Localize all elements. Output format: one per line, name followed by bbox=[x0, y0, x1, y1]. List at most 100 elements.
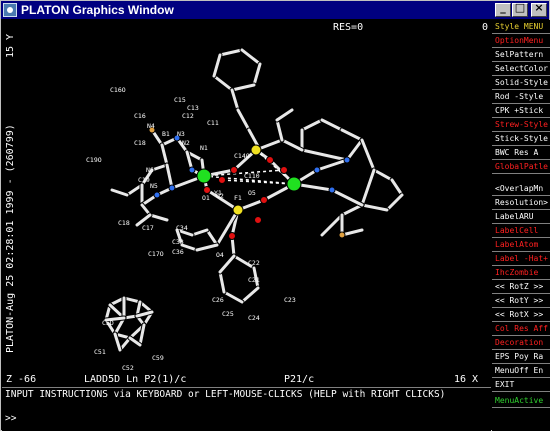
bond bbox=[330, 188, 364, 207]
close-icon: × bbox=[534, 1, 544, 14]
atom-label: F1 bbox=[234, 194, 242, 202]
atom bbox=[232, 204, 244, 216]
menu-item-globalpatle[interactable]: GlobalPatle bbox=[492, 160, 550, 174]
atom-label: N1 bbox=[200, 144, 208, 152]
app-icon[interactable] bbox=[3, 3, 17, 17]
bond bbox=[385, 193, 404, 212]
menu-item-menuoff-en[interactable]: MenuOff En bbox=[492, 364, 550, 378]
bond bbox=[315, 158, 349, 172]
bond bbox=[360, 168, 376, 207]
menu-item-eps-poy-ra[interactable]: EPS Poy Ra bbox=[492, 350, 550, 364]
menu-item-exit[interactable]: EXIT bbox=[492, 378, 550, 392]
menu-item-labelatom[interactable]: LabelAtom bbox=[492, 238, 550, 252]
atom-label: C22 bbox=[248, 259, 260, 267]
menu-item-style-menu[interactable]: Style MENU bbox=[492, 20, 550, 34]
z-label: Z -66 bbox=[6, 374, 37, 385]
contact-line bbox=[255, 149, 295, 185]
maximize-button[interactable]: □ bbox=[512, 1, 528, 17]
menu-item-overlapmn[interactable]: <OverlapMn bbox=[492, 182, 550, 196]
close-button[interactable]: × bbox=[531, 1, 547, 17]
atom-label: C34 bbox=[176, 224, 188, 232]
atom-label: O4 bbox=[216, 251, 224, 259]
atom-label: C15 bbox=[174, 96, 186, 104]
title-bar[interactable]: PLATON Graphics Window _ □ × bbox=[1, 1, 549, 19]
bond bbox=[300, 118, 324, 132]
bond bbox=[345, 138, 364, 162]
atom bbox=[218, 176, 226, 184]
bond bbox=[340, 128, 364, 142]
atom-label: C59 bbox=[152, 354, 164, 362]
menu-item-optionmenu[interactable]: OptionMenu bbox=[492, 34, 550, 48]
menu-item-roty[interactable]: << RotY >> bbox=[492, 294, 550, 308]
atom-label: C16 bbox=[134, 112, 146, 120]
atom-label: C17 bbox=[142, 224, 154, 232]
atom bbox=[286, 176, 302, 192]
bond bbox=[236, 108, 251, 132]
atom-label: N6 bbox=[146, 166, 154, 174]
status-bar[interactable]: INPUT INSTRUCTIONS via KEYBOARD or LEFT-… bbox=[2, 387, 491, 431]
side-menu: Style MENU OptionMenu SelPattern SelectColo… bbox=[492, 20, 550, 431]
platon-graphics-window: PLATON Graphics Window _ □ × C16O C15 C13 C… bbox=[0, 0, 550, 431]
bond bbox=[340, 203, 364, 217]
atom bbox=[338, 231, 346, 239]
menu-item-cpk-stick[interactable]: CPK +Stick bbox=[492, 104, 550, 118]
menu-item-col-res-aff[interactable]: Col Res Aff bbox=[492, 322, 550, 336]
menu-item-rotz[interactable]: << RotZ >> bbox=[492, 280, 550, 294]
atom-label: C18 bbox=[118, 219, 130, 227]
atom bbox=[250, 144, 262, 156]
bond bbox=[222, 290, 244, 304]
atom bbox=[254, 216, 262, 224]
bond bbox=[212, 74, 234, 92]
menu-item-selectcolor[interactable]: SelectColor bbox=[492, 62, 550, 76]
menu-item-labelcell[interactable]: LabelCell bbox=[492, 224, 550, 238]
menu-item-labelaru[interactable]: LabelARU bbox=[492, 210, 550, 224]
menu-item-label-hat[interactable]: Label -Hat+ bbox=[492, 252, 550, 266]
bond bbox=[300, 148, 349, 162]
menu-item-menuactive[interactable]: MenuActive bbox=[492, 394, 550, 408]
y-axis-label: 15 Y bbox=[5, 33, 16, 58]
atom bbox=[313, 166, 321, 174]
atom-label: N4 bbox=[147, 122, 155, 130]
atom bbox=[343, 156, 351, 164]
bond bbox=[320, 118, 344, 132]
menu-item-ihczombie[interactable]: IhcZombie bbox=[492, 266, 550, 280]
window-controls: _ □ × bbox=[494, 1, 547, 17]
minimize-button[interactable]: _ bbox=[495, 1, 511, 17]
menu-item-solid-style[interactable]: Solid-Style bbox=[492, 76, 550, 90]
atom bbox=[328, 186, 336, 194]
molecule-drawing[interactable]: C16OC15C13C16 C12N4 C11B1 N3N2C18N1C14OC19O… bbox=[2, 20, 491, 386]
atom-label: C26 bbox=[212, 296, 224, 304]
bond bbox=[205, 228, 219, 247]
bond bbox=[360, 138, 376, 172]
atom bbox=[260, 196, 268, 204]
space-group-label: P21/c bbox=[284, 374, 315, 385]
timestamp-label: PLATON-Aug 25 02:28:01 1999 - (260799) bbox=[5, 124, 16, 353]
menu-item-selpattern[interactable]: SelPattern bbox=[492, 48, 550, 62]
atom-label: C36 bbox=[172, 248, 184, 256]
bond bbox=[320, 213, 344, 237]
menu-item-decoration[interactable]: Decoration bbox=[492, 336, 550, 350]
bond bbox=[218, 270, 226, 294]
atom-label: C19O bbox=[86, 156, 102, 164]
atom-label: C11 bbox=[207, 119, 219, 127]
menu-item-rotx[interactable]: << RotX >> bbox=[492, 308, 550, 322]
bond bbox=[390, 178, 404, 197]
menu-item-rod-style[interactable]: Rod -Style bbox=[492, 90, 550, 104]
atom-label: B1 bbox=[162, 130, 170, 138]
command-prompt[interactable]: >> bbox=[5, 413, 16, 424]
atom bbox=[188, 166, 196, 174]
atom-label: C14O bbox=[234, 152, 250, 160]
minimize-icon: _ bbox=[500, 1, 506, 14]
menu-item-stick-style[interactable]: Stick-Style bbox=[492, 132, 550, 146]
atom-label: C21 bbox=[248, 276, 260, 284]
bond bbox=[372, 168, 394, 182]
menu-item-strew-style[interactable]: Strew-Style bbox=[492, 118, 550, 132]
atom-label: C33 bbox=[172, 238, 184, 246]
graphics-canvas[interactable]: C16O C15 C13 C16 C12 N4 C11 B1 N3 N2 C18 N1 C14O C19O… bbox=[2, 20, 491, 386]
atom-label: C5D bbox=[102, 319, 114, 327]
menu-item-resolution[interactable]: Resolution> bbox=[492, 196, 550, 210]
bond bbox=[275, 108, 294, 122]
structure-code-label: LADD5D Ln P2(1)/c bbox=[84, 374, 187, 385]
window-title: PLATON Graphics Window bbox=[21, 3, 174, 17]
menu-item-bwc-res-a[interactable]: BWC Res A bbox=[492, 146, 550, 160]
